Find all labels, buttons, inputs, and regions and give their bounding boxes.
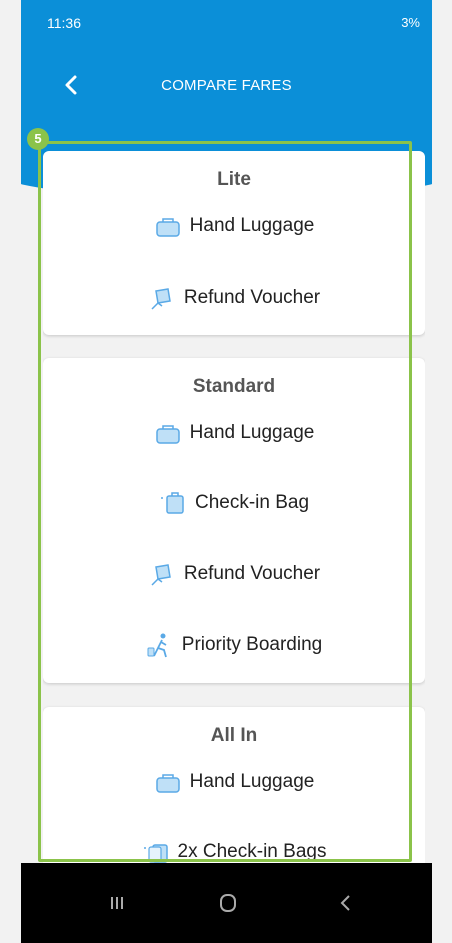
system-nav-bar (21, 863, 432, 943)
home-button[interactable] (208, 883, 248, 923)
back-icon (340, 895, 350, 911)
battery-percent: 3% (401, 15, 420, 30)
highlight-frame (38, 141, 412, 862)
recent-apps-icon (111, 897, 123, 909)
phone-screen: 11:36 3% COMPARE FARES Lite Hand Luggage… (21, 0, 432, 943)
recent-apps-button[interactable] (97, 883, 137, 923)
back-nav-button[interactable] (326, 883, 366, 923)
annotation-badge: 5 (27, 128, 49, 150)
status-bar: 11:36 3% (21, 0, 432, 50)
home-icon (220, 894, 236, 912)
status-time: 11:36 (47, 15, 81, 31)
page-title: COMPARE FARES (161, 77, 292, 94)
